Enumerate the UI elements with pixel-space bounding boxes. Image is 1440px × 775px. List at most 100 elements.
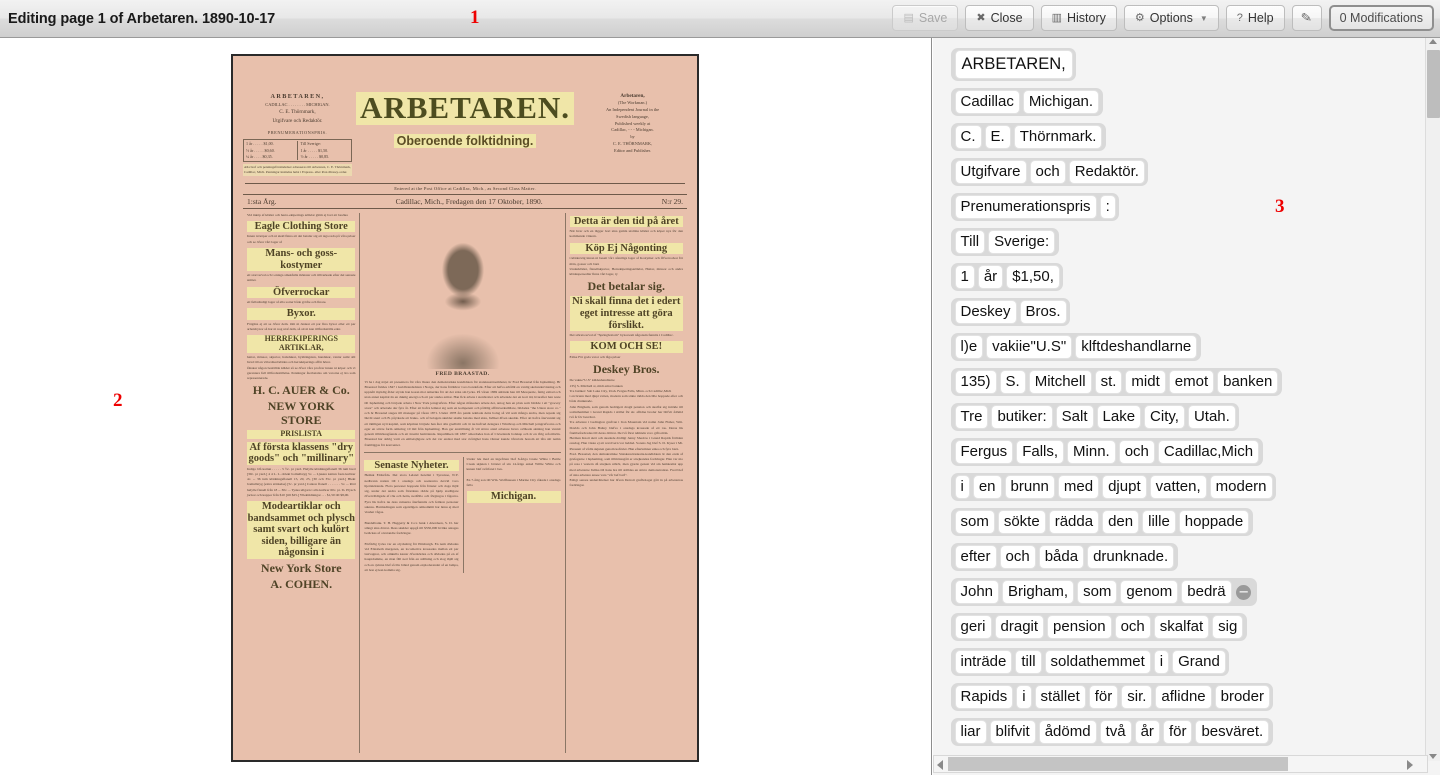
ocr-word-chip[interactable]: rädda: [1048, 510, 1100, 534]
ocr-word-chip[interactable]: Michigan.: [1022, 90, 1100, 114]
ocr-line-group[interactable]: Prenumerationspris:: [951, 193, 1120, 221]
ocr-word-chip[interactable]: och: [999, 545, 1036, 569]
ocr-line-group[interactable]: Fergus Falls, Minn. och Cadillac,Mich: [951, 438, 1263, 466]
ocr-word-chip[interactable]: soldathemmet: [1044, 650, 1151, 674]
vertical-scroll-thumb[interactable]: [1427, 50, 1440, 118]
ocr-word-chip[interactable]: i: [1016, 685, 1032, 709]
page-image-viewer[interactable]: 2 ARBETAREN, CADILLAC . . . . . . . . MI…: [0, 38, 932, 775]
ocr-word-chip[interactable]: och: [1118, 440, 1155, 464]
ocr-word-chip[interactable]: banken: [1217, 370, 1279, 394]
ocr-line-group[interactable]: geri dragit pension och skalfat sig: [951, 613, 1247, 641]
minus-circle-icon[interactable]: −: [1236, 584, 1252, 600]
ocr-word-chip[interactable]: Lake: [1096, 405, 1142, 429]
ocr-word-chip[interactable]: Sverige:: [988, 230, 1056, 254]
ocr-word-chip[interactable]: l)e: [954, 335, 984, 359]
magic-wand-button[interactable]: ✎: [1291, 5, 1322, 31]
ocr-word-chip[interactable]: C.: [954, 125, 982, 149]
options-button[interactable]: ⚙ Options ▼: [1123, 5, 1219, 31]
modifications-badge[interactable]: 0 Modifications: [1328, 5, 1434, 31]
ocr-word-chip[interactable]: som: [1077, 580, 1118, 604]
ocr-line-group[interactable]: inträde till soldathemmet i Grand: [951, 648, 1230, 676]
ocr-word-chip[interactable]: midt: [1125, 370, 1166, 394]
ocr-line-group[interactable]: Till Sverige:: [951, 228, 1059, 256]
scroll-down-arrow-icon[interactable]: [1429, 754, 1437, 759]
ocr-word-chip[interactable]: en: [972, 475, 1002, 499]
ocr-word-chip[interactable]: Minn.: [1067, 440, 1116, 464]
ocr-line-group[interactable]: ARBETAREN,: [951, 48, 1077, 81]
ocr-line-group[interactable]: Utgifvare och Redaktör.: [951, 158, 1149, 186]
ocr-word-chip[interactable]: drunknade.: [1087, 545, 1175, 569]
ocr-word-chip[interactable]: $1,50,: [1006, 265, 1060, 289]
close-button[interactable]: ✖ Close: [965, 5, 1034, 31]
ocr-line-group[interactable]: Rapids i stället för sir. aflidne broder: [951, 683, 1274, 711]
ocr-word-chip[interactable]: sir.: [1121, 685, 1153, 709]
ocr-word-chip[interactable]: genom: [1120, 580, 1179, 604]
ocr-word-chip[interactable]: inträde: [954, 650, 1013, 674]
ocr-word-chip[interactable]: liar: [954, 720, 987, 744]
ocr-horizontal-scrollbar[interactable]: [933, 755, 1428, 773]
ocr-word-chip[interactable]: 1: [954, 265, 975, 289]
ocr-word-chip[interactable]: Mitchell: [1028, 370, 1092, 394]
ocr-line-group[interactable]: 135) S. Mitchell st. midt emot banken: [951, 368, 1282, 396]
ocr-word-chip[interactable]: Salt: [1055, 405, 1094, 429]
ocr-word-chip[interactable]: som: [954, 510, 995, 534]
ocr-word-chip[interactable]: den: [1102, 510, 1140, 534]
ocr-word-chip[interactable]: John: [954, 580, 1000, 604]
ocr-line-group[interactable]: 1 år $1,50,: [951, 263, 1064, 291]
ocr-word-chip[interactable]: Rapids: [954, 685, 1014, 709]
ocr-word-chip[interactable]: S.: [999, 370, 1026, 394]
ocr-word-chip[interactable]: ARBETAREN,: [954, 50, 1073, 79]
history-button[interactable]: ▥ History: [1040, 5, 1117, 31]
ocr-word-chip[interactable]: dragit: [994, 615, 1045, 639]
ocr-word-chip[interactable]: :: [1099, 195, 1116, 219]
ocr-word-chip[interactable]: Utah.: [1187, 405, 1236, 429]
ocr-word-chip[interactable]: och: [1114, 615, 1151, 639]
ocr-word-chip[interactable]: år: [977, 265, 1004, 289]
ocr-word-chip[interactable]: modern: [1209, 475, 1273, 499]
newspaper-scan-image[interactable]: ARBETAREN, CADILLAC . . . . . . . . MICH…: [231, 54, 699, 762]
ocr-word-chip[interactable]: Utgifvare: [954, 160, 1027, 184]
ocr-word-chip[interactable]: i: [954, 475, 970, 499]
ocr-word-chip[interactable]: 135): [954, 370, 997, 394]
ocr-line-list[interactable]: ARBETAREN, Cadillac Michigan. C. E. Thörnmark…: [941, 38, 1409, 748]
ocr-line-group[interactable]: C. E. Thörnmark.: [951, 123, 1106, 151]
ocr-line-group[interactable]: liar blifvit ådömd två år för besväret.: [951, 718, 1273, 746]
ocr-word-chip[interactable]: sökte: [997, 510, 1046, 534]
ocr-word-chip[interactable]: aflidne: [1155, 685, 1212, 709]
ocr-word-chip[interactable]: båda: [1038, 545, 1085, 569]
ocr-word-chip[interactable]: emot: [1168, 370, 1215, 394]
ocr-word-chip[interactable]: Thörnmark.: [1013, 125, 1103, 149]
ocr-word-chip[interactable]: Grand: [1172, 650, 1226, 674]
ocr-word-chip[interactable]: broder: [1214, 685, 1270, 709]
ocr-word-chip[interactable]: pension: [1047, 615, 1112, 639]
ocr-word-chip[interactable]: blifvit: [989, 720, 1036, 744]
horizontal-scroll-thumb[interactable]: [948, 757, 1288, 771]
ocr-word-chip[interactable]: Fergus: [954, 440, 1014, 464]
ocr-line-group[interactable]: efter och båda drunknade.: [951, 543, 1178, 571]
ocr-word-chip[interactable]: Tre: [954, 405, 989, 429]
ocr-word-chip[interactable]: bedrä: [1181, 580, 1232, 604]
ocr-word-chip[interactable]: vatten,: [1149, 475, 1207, 499]
ocr-line-group[interactable]: som sökte rädda den lille hoppade: [951, 508, 1253, 536]
ocr-line-group[interactable]: Cadillac Michigan.: [951, 88, 1103, 116]
ocr-word-chip[interactable]: efter: [954, 545, 997, 569]
ocr-line-group[interactable]: Tre butiker: Salt Lake City, Utah.: [951, 403, 1240, 431]
ocr-word-chip[interactable]: geri: [954, 615, 992, 639]
ocr-word-chip[interactable]: lille: [1142, 510, 1176, 534]
scroll-up-arrow-icon[interactable]: [1429, 39, 1437, 44]
ocr-word-chip[interactable]: Cadillac: [954, 90, 1020, 114]
ocr-word-chip[interactable]: i: [1153, 650, 1170, 674]
ocr-word-chip[interactable]: till: [1015, 650, 1042, 674]
ocr-word-chip[interactable]: sig: [1212, 615, 1244, 639]
ocr-word-chip[interactable]: för: [1162, 720, 1193, 744]
ocr-word-chip[interactable]: City,: [1144, 405, 1185, 429]
ocr-word-chip[interactable]: st.: [1094, 370, 1123, 394]
ocr-word-chip[interactable]: besväret.: [1195, 720, 1270, 744]
ocr-word-chip[interactable]: år: [1134, 720, 1160, 744]
ocr-word-chip[interactable]: med: [1057, 475, 1100, 499]
ocr-word-chip[interactable]: vakiie"U.S": [986, 335, 1073, 359]
ocr-line-group[interactable]: l)e vakiie"U.S" klftdeshandlarne: [951, 333, 1201, 361]
ocr-word-chip[interactable]: butiker:: [991, 405, 1053, 429]
ocr-vertical-scrollbar[interactable]: [1425, 38, 1440, 761]
ocr-line-group[interactable]: John Brigham, som genom bedrä −: [951, 578, 1258, 606]
